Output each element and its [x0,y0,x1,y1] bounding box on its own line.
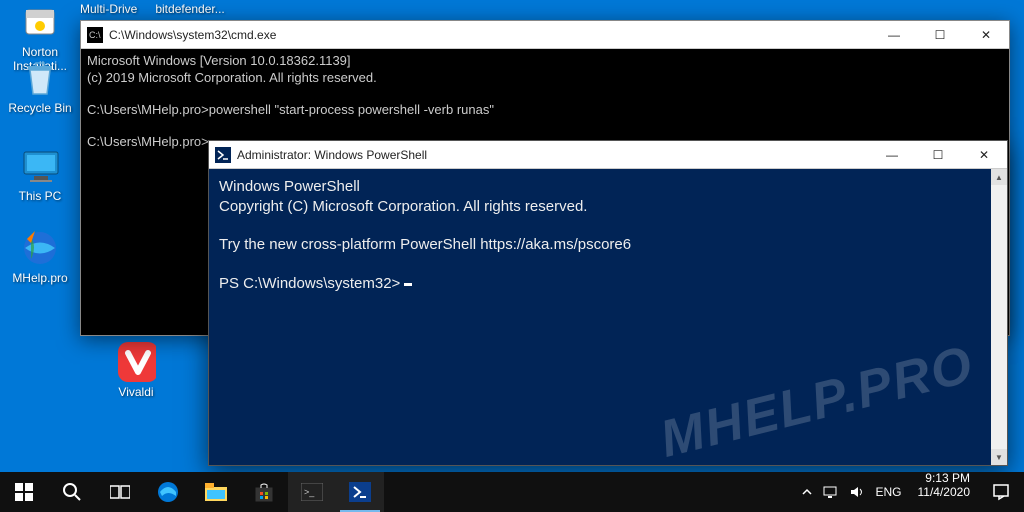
ps-title: Administrator: Windows PowerShell [237,148,869,162]
start-button[interactable] [0,472,48,512]
cmd-output[interactable]: Microsoft Windows [Version 10.0.18362.11… [81,49,1009,155]
powershell-icon [215,147,231,163]
system-tray: ENG [793,472,909,512]
tray-volume-icon[interactable] [849,485,865,499]
taskbar: >_ ENG 9:13 PM 11/4/2020 [0,472,1024,512]
recycle-bin-icon [20,58,60,98]
desktop-icon-label: This PC [4,190,76,204]
scroll-track[interactable] [991,185,1007,449]
globe-icon [20,228,60,268]
svg-text:C:\: C:\ [89,30,101,40]
scroll-down-button[interactable]: ▼ [991,449,1007,465]
scroll-up-button[interactable]: ▲ [991,169,1007,185]
taskbar-cmd[interactable]: >_ [288,472,336,512]
desktop-icon-recycle-bin[interactable]: Recycle Bin [4,58,76,116]
desktop-icon-label: Vivaldi [100,386,172,400]
desktop-icon-vivaldi[interactable]: Vivaldi [100,342,172,400]
installer-icon [20,2,60,42]
taskbar-spacer [384,472,793,512]
background-window-menu: Multi-Drive bitdefender... [80,2,225,16]
scrollbar[interactable]: ▲ ▼ [991,169,1007,465]
menu-item[interactable]: bitdefender... [155,2,224,16]
cmd-icon: C:\ [87,27,103,43]
svg-text:>_: >_ [304,487,315,497]
maximize-button[interactable]: ☐ [915,141,961,169]
ps-titlebar[interactable]: Administrator: Windows PowerShell — ☐ ✕ [209,141,1007,169]
taskbar-powershell[interactable] [336,472,384,512]
watermark: MHELP.PRO [653,332,980,465]
menu-item[interactable]: Multi-Drive [80,2,137,16]
minimize-button[interactable]: — [871,21,917,49]
desktop-icon-label: Recycle Bin [4,102,76,116]
search-button[interactable] [48,472,96,512]
tray-language[interactable]: ENG [875,485,901,499]
taskbar-edge[interactable] [144,472,192,512]
close-button[interactable]: ✕ [961,141,1007,169]
notification-center-button[interactable] [978,472,1024,512]
minimize-button[interactable]: — [869,141,915,169]
clock-time: 9:13 PM [918,472,971,486]
tray-network-icon[interactable] [823,485,839,499]
cmd-title: C:\Windows\system32\cmd.exe [109,28,871,42]
this-pc-icon [20,146,60,186]
cursor [404,283,412,286]
ps-output[interactable]: Windows PowerShell Copyright (C) Microso… [209,169,1007,465]
cmd-titlebar[interactable]: C:\ C:\Windows\system32\cmd.exe — ☐ ✕ [81,21,1009,49]
taskbar-store[interactable] [240,472,288,512]
powershell-window[interactable]: Administrator: Windows PowerShell — ☐ ✕ … [208,140,1008,466]
maximize-button[interactable]: ☐ [917,21,963,49]
taskbar-file-explorer[interactable] [192,472,240,512]
clock-date: 11/4/2020 [918,486,971,500]
vivaldi-icon [116,342,156,382]
close-button[interactable]: ✕ [963,21,1009,49]
desktop-icon-mhelp[interactable]: MHelp.pro [4,228,76,286]
desktop-icon-label: MHelp.pro [4,272,76,286]
tray-chevron-up-icon[interactable] [801,486,813,498]
desktop-icon-this-pc[interactable]: This PC [4,146,76,204]
task-view-button[interactable] [96,472,144,512]
taskbar-clock[interactable]: 9:13 PM 11/4/2020 [910,472,979,512]
